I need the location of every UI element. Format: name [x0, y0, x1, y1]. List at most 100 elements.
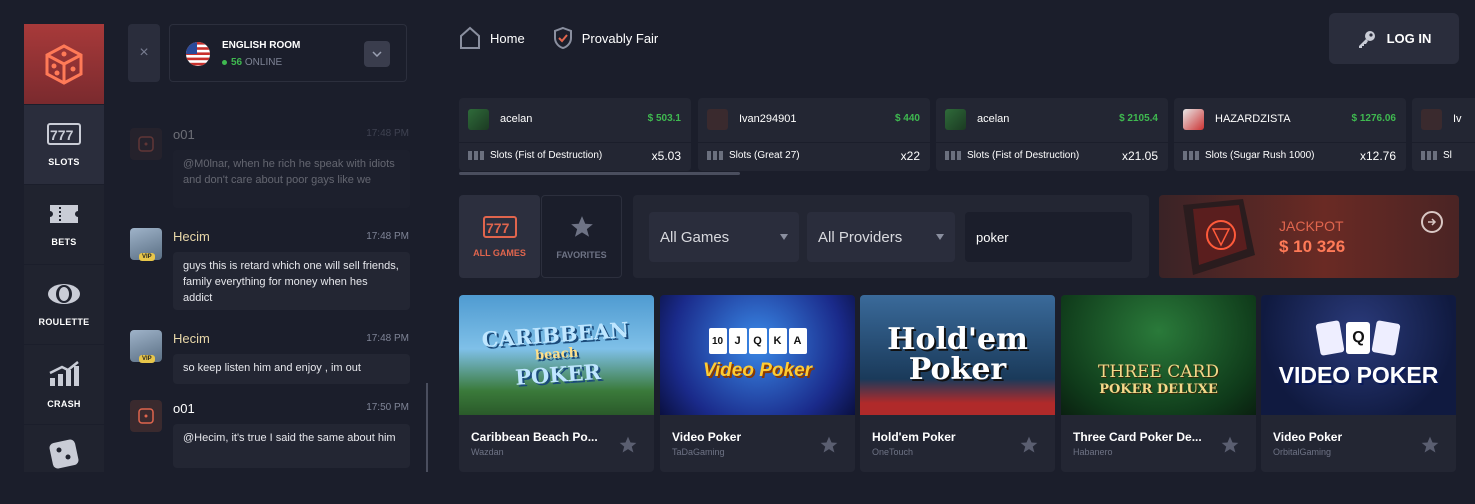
jackpot-safe-icon [1183, 199, 1255, 275]
nav-home-link[interactable]: Home [459, 26, 525, 50]
chat-username[interactable]: o01 [173, 127, 195, 142]
search-input[interactable] [965, 212, 1132, 262]
nav-item-slots[interactable]: 777 SLOTS [24, 104, 104, 184]
game-thumbnail[interactable]: Hold'em Poker [860, 295, 1055, 415]
online-status: 56 ONLINE [222, 57, 282, 68]
chat-message-text: @Hecim, it's true I said the same about … [173, 424, 410, 468]
main-nav-rail: 777 SLOTS BETS ROULETTE CRASH [24, 24, 104, 472]
games-select[interactable]: All Games [649, 212, 799, 262]
game-thumbnail[interactable]: CARIBBEAN beach POKER [459, 295, 654, 415]
ticker-game-label: Slots (Great 27) [729, 150, 800, 161]
favorite-star-icon[interactable] [1019, 435, 1039, 455]
favorite-star-icon[interactable] [1420, 435, 1440, 455]
home-icon [460, 26, 480, 49]
chat-message-text: so keep listen him and enjoy , im out [173, 354, 410, 384]
game-thumbnail[interactable]: 10 J Q K A Video Poker [660, 295, 855, 415]
game-provider: OrbitalGaming [1273, 447, 1332, 457]
providers-select-value: All Providers [818, 229, 903, 246]
login-button[interactable]: LOG IN [1329, 13, 1459, 64]
nav-item-bets[interactable]: BETS [24, 184, 104, 264]
avatar[interactable] [130, 400, 162, 432]
nav-item-roulette[interactable]: ROULETTE [24, 264, 104, 344]
home-label: Home [490, 30, 525, 46]
avatar [468, 109, 489, 130]
chat-room-selector[interactable]: ENGLISH ROOM 56 ONLINE [169, 24, 407, 82]
key-icon [1358, 30, 1375, 48]
game-card[interactable]: CARIBBEAN beach POKER Caribbean Beach Po… [459, 295, 654, 472]
providers-select[interactable]: All Providers [807, 212, 955, 262]
ticker-amount: $ 2105.4 [1119, 113, 1158, 124]
chat-timestamp: 17:48 PM [366, 231, 409, 242]
nav-item-crash[interactable]: CRASH [24, 344, 104, 424]
crash-chart-icon [49, 360, 79, 386]
filters-bar: All Games All Providers [633, 195, 1149, 278]
provably-fair-label: Provably Fair [581, 30, 659, 46]
room-dropdown-button[interactable] [364, 41, 390, 67]
ticker-user: Iv [1453, 113, 1462, 125]
chat-message-text: guys this is retard which one will sell … [173, 252, 410, 310]
ticker-game-label: Slots (Fist of Destruction) [967, 150, 1080, 161]
game-card[interactable]: Q VIDEO POKER Video Poker OrbitalGaming [1261, 295, 1456, 472]
avatar [1421, 109, 1442, 130]
site-logo[interactable] [24, 24, 104, 104]
svg-text:777: 777 [486, 220, 510, 236]
avatar [707, 109, 728, 130]
ticker-game: Slots (Great 27) [707, 150, 800, 161]
avatar [945, 109, 966, 130]
favorite-star-icon[interactable] [618, 435, 638, 455]
chat-username[interactable]: Hecim [173, 331, 210, 346]
avatar[interactable]: VIP [130, 228, 162, 261]
roulette-icon [48, 283, 80, 304]
avatar[interactable]: VIP [130, 330, 162, 363]
nav-provably-fair-link[interactable]: Provably Fair [553, 26, 659, 50]
login-label: LOG IN [1386, 31, 1432, 46]
thumb-text: Video Poker [702, 360, 813, 381]
arrow-right-icon[interactable] [1421, 211, 1443, 233]
game-card[interactable]: THREE CARD POKER DELUXE Three Card Poker… [1061, 295, 1256, 472]
favorite-star-icon[interactable] [819, 435, 839, 455]
chat-scrollbar[interactable] [426, 383, 428, 472]
favorite-star-icon[interactable] [1220, 435, 1240, 455]
game-thumbnail[interactable]: Q VIDEO POKER [1261, 295, 1456, 415]
star-icon [570, 215, 593, 237]
chat-timestamp: 17:50 PM [366, 402, 409, 413]
chat-close-button[interactable]: × [128, 24, 160, 82]
slots-icon [707, 150, 723, 160]
avatar[interactable] [130, 128, 162, 160]
slots-icon: 777 [482, 215, 517, 238]
jackpot-banner[interactable]: JACKPOT $ 10 326 [1159, 195, 1459, 278]
game-card[interactable]: Hold'em Poker Hold'em Poker OneTouch [860, 295, 1055, 472]
ticker-scrollbar[interactable] [459, 172, 740, 175]
chat-room-name: ENGLISH ROOM [222, 40, 301, 51]
tab-all-games[interactable]: 777 ALL GAMES [459, 195, 540, 278]
ticker-item[interactable]: HAZARDZISTA $ 1276.06 Slots (Sugar Rush … [1174, 98, 1406, 171]
game-provider: OneTouch [872, 447, 914, 457]
nav-label-bets: BETS [51, 236, 77, 247]
chat-username[interactable]: Hecim [173, 229, 210, 244]
ticker-item[interactable]: acelan $ 2105.4 Slots (Fist of Destructi… [936, 98, 1168, 171]
slots-icon [1183, 150, 1199, 160]
chevron-down-icon [372, 51, 382, 57]
ticker-game-label: Slots (Fist of Destruction) [490, 150, 603, 161]
ticker-user: acelan [500, 113, 533, 125]
nav-item-dice[interactable] [24, 424, 104, 504]
tab-all-games-label: ALL GAMES [473, 247, 526, 258]
slots-icon [945, 150, 961, 160]
dice-icon [49, 439, 79, 469]
thumb-text: VIDEO POKER [1278, 361, 1439, 388]
game-thumbnail[interactable]: THREE CARD POKER DELUXE [1061, 295, 1256, 415]
chat-username[interactable]: o01 [173, 401, 195, 416]
chat-message-text: @M0lnar, when he rich he speak with idio… [173, 150, 410, 208]
game-card[interactable]: 10 J Q K A Video Poker Video Poker TaDaG… [660, 295, 855, 472]
tab-favorites[interactable]: FAVORITES [541, 195, 622, 278]
us-flag-icon [186, 42, 210, 66]
svg-text:777: 777 [50, 127, 74, 143]
ticker-item[interactable]: acelan $ 503.1 Slots (Fist of Destructio… [459, 98, 691, 171]
chat-timestamp: 17:48 PM [366, 333, 409, 344]
live-bets-ticker: acelan $ 503.1 Slots (Fist of Destructio… [459, 98, 1475, 174]
ticker-amount: $ 440 [894, 113, 920, 124]
game-provider: TaDaGaming [672, 447, 725, 457]
ticker-multiplier: x22 [900, 149, 920, 163]
ticker-item[interactable]: Ivan294901 $ 440 Slots (Great 27) x22 [698, 98, 930, 171]
ticker-item[interactable]: Iv Sl [1412, 98, 1475, 171]
